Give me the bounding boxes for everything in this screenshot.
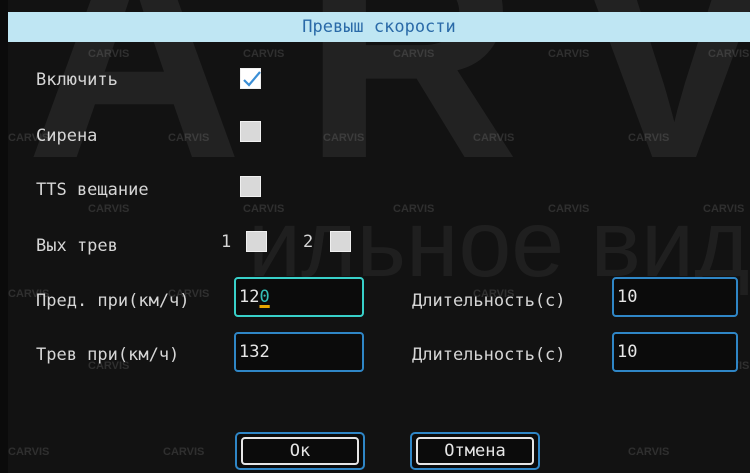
pre-limit-input[interactable]: 12 0: [234, 277, 364, 317]
watermark-tag: CARVIS: [243, 203, 285, 215]
pre-limit-label: Пред. при(км/ч): [36, 291, 190, 311]
cancel-button[interactable]: Отмена: [410, 432, 540, 470]
siren-checkbox[interactable]: [240, 121, 261, 142]
pre-limit-cursor-digit: 0: [259, 287, 270, 307]
alarm-limit-label: Трев при(км/ч): [36, 345, 180, 365]
watermark-tag: CARVIS: [393, 48, 435, 60]
alarm-duration-label: Длительность(с): [412, 345, 566, 365]
ok-button[interactable]: Ок: [235, 432, 365, 470]
watermark-tag: CARVIS: [243, 48, 285, 60]
alarm-out-2-label: 2: [303, 232, 314, 252]
watermark-tag: CARVIS: [628, 446, 670, 458]
pre-duration-input[interactable]: 10: [612, 277, 738, 317]
ok-button-label: Ок: [241, 437, 359, 465]
watermark-tag: CARVIS: [163, 446, 205, 458]
alarm-limit-input[interactable]: 132: [234, 332, 364, 372]
alarm-out-1-label: 1: [221, 232, 232, 252]
enable-label: Включить: [36, 70, 118, 90]
watermark-tag: CARVIS: [168, 132, 210, 144]
watermark-tag: CARVIS: [8, 446, 50, 458]
watermark-tag: CARVIS: [323, 132, 365, 144]
speeding-dialog: ARVIS ильное видеонаблю CARVIS CARVIS CA…: [8, 0, 750, 473]
watermark-tag: CARVIS: [88, 48, 130, 60]
siren-label: Сирена: [36, 126, 98, 146]
alarm-out-2-checkbox[interactable]: [330, 231, 351, 252]
pre-limit-value: 12: [239, 287, 260, 307]
watermark-tag: CARVIS: [393, 203, 435, 215]
watermark-tag: CARVIS: [708, 48, 750, 60]
pre-duration-label: Длительность(с): [412, 291, 566, 311]
watermark-tag: CARVIS: [703, 203, 745, 215]
watermark-tag: CARVIS: [473, 132, 515, 144]
alarm-out-1-checkbox[interactable]: [246, 231, 267, 252]
watermark-tag: CARVIS: [548, 48, 590, 60]
cancel-button-label: Отмена: [416, 437, 534, 465]
alarm-out-label: Вых трев: [36, 236, 118, 256]
watermark-tag: CARVIS: [88, 203, 130, 215]
tts-checkbox[interactable]: [240, 176, 261, 197]
dialog-title: Превыш скорости: [8, 12, 750, 42]
checkmark-icon: [243, 71, 261, 87]
enable-checkbox[interactable]: [240, 68, 261, 89]
alarm-duration-input[interactable]: 10: [612, 332, 738, 372]
watermark-tag: CARVIS: [628, 132, 670, 144]
tts-label: TTS вещание: [36, 180, 149, 200]
watermark-tag: CARVIS: [548, 203, 590, 215]
